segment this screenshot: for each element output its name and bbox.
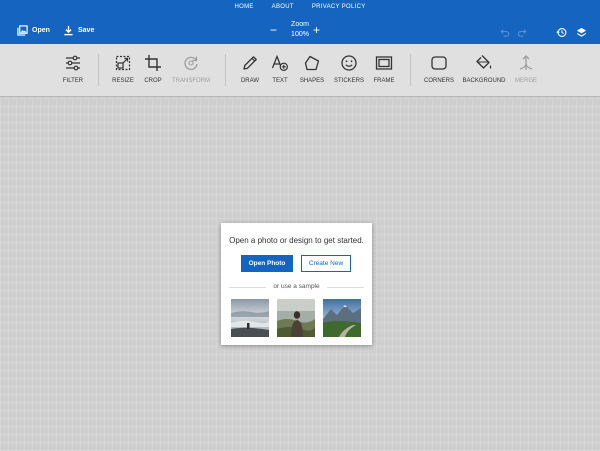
tool-label: STICKERS xyxy=(333,78,364,84)
open-label: Open xyxy=(32,27,50,34)
nav-about-link[interactable]: ABOUT xyxy=(272,4,294,10)
tool-background[interactable]: BACKGROUND xyxy=(462,54,506,84)
tool-filter[interactable]: FILTER xyxy=(58,54,88,84)
rounded-rect-icon xyxy=(431,56,447,70)
tool-frame[interactable]: FRAME xyxy=(370,54,398,84)
layers-icon xyxy=(576,27,587,37)
smiley-icon xyxy=(341,55,357,71)
tool-label: TRANSFORM xyxy=(172,78,210,84)
tool-shapes[interactable]: SHAPES xyxy=(297,54,327,84)
download-icon xyxy=(64,25,73,36)
toolbar-divider xyxy=(410,54,411,86)
tool-label: CORNERS xyxy=(423,78,454,84)
sample-label: or use a sample xyxy=(266,283,327,290)
nav-privacy-link[interactable]: PRIVACY POLICY xyxy=(312,4,366,10)
text-icon xyxy=(271,54,289,72)
tool-text[interactable]: TEXT xyxy=(268,54,292,84)
history-button[interactable] xyxy=(556,25,567,43)
sliders-icon xyxy=(66,55,80,71)
tool-label: SHAPES xyxy=(299,78,325,84)
toolbar-divider xyxy=(98,54,99,86)
pentagon-icon xyxy=(304,55,320,71)
zoom-label: Zoom xyxy=(291,21,309,28)
tool-crop[interactable]: CROP xyxy=(140,54,166,84)
sample-thumbnail-3 xyxy=(323,299,361,337)
open-button[interactable]: Open xyxy=(17,25,50,36)
pencil-icon xyxy=(243,56,257,70)
zoom-out-button[interactable]: − xyxy=(270,24,277,36)
crop-icon xyxy=(145,55,161,71)
app-header: HOME ABOUT PRIVACY POLICY Open Save − Zo… xyxy=(0,0,600,44)
tool-label: RESIZE xyxy=(112,78,134,84)
toolbar-divider xyxy=(225,54,226,86)
frame-icon xyxy=(375,56,393,70)
tool-label: MERGE xyxy=(514,78,537,84)
tool-transform[interactable]: TRANSFORM xyxy=(170,54,212,84)
history-icon xyxy=(556,28,567,37)
redo-button[interactable] xyxy=(517,25,528,43)
zoom-value: 100% xyxy=(291,31,309,38)
rotate-icon xyxy=(184,56,198,70)
tool-draw[interactable]: DRAW xyxy=(237,54,263,84)
tool-label: CROP xyxy=(144,78,162,84)
tools-toolbar: FILTER RESIZE CROP TRANSFORM DRAW TEXT S… xyxy=(0,44,600,97)
tool-stickers[interactable]: STICKERS xyxy=(332,54,366,84)
sample-image-person-lake[interactable] xyxy=(277,299,315,337)
create-new-button[interactable]: Create New xyxy=(301,255,351,272)
tool-label: DRAW xyxy=(240,78,260,84)
sample-image-fog-mountains[interactable] xyxy=(231,299,269,337)
paint-bucket-icon xyxy=(476,55,492,69)
tool-label: BACKGROUND xyxy=(462,78,506,84)
nav-home-link[interactable]: HOME xyxy=(234,4,253,10)
merge-icon xyxy=(519,55,533,70)
redo-icon xyxy=(517,29,527,37)
resize-icon xyxy=(115,55,131,71)
start-dialog: Open a photo or design to get started. O… xyxy=(221,223,372,345)
open-photo-button[interactable]: Open Photo xyxy=(241,255,293,272)
layers-button[interactable] xyxy=(576,25,587,43)
tool-merge[interactable]: MERGE xyxy=(512,54,540,84)
sample-image-mountain-road[interactable] xyxy=(323,299,361,337)
tool-corners[interactable]: CORNERS xyxy=(422,54,456,84)
gallery-icon xyxy=(17,25,28,36)
save-label: Save xyxy=(78,27,95,34)
zoom-in-button[interactable]: + xyxy=(313,24,320,36)
undo-icon xyxy=(500,29,510,37)
undo-button[interactable] xyxy=(499,25,510,43)
top-nav: HOME ABOUT PRIVACY POLICY xyxy=(0,4,600,10)
tool-label: FILTER xyxy=(62,78,84,84)
tool-resize[interactable]: RESIZE xyxy=(110,54,136,84)
sample-thumbnail-2 xyxy=(277,299,315,337)
dialog-message: Open a photo or design to get started. xyxy=(229,236,364,245)
zoom-control: − Zoom 100% + xyxy=(270,21,330,41)
sample-thumbnail-1 xyxy=(231,299,269,337)
tool-label: TEXT xyxy=(272,78,288,84)
tool-label: FRAME xyxy=(373,78,395,84)
save-button[interactable]: Save xyxy=(63,25,94,36)
